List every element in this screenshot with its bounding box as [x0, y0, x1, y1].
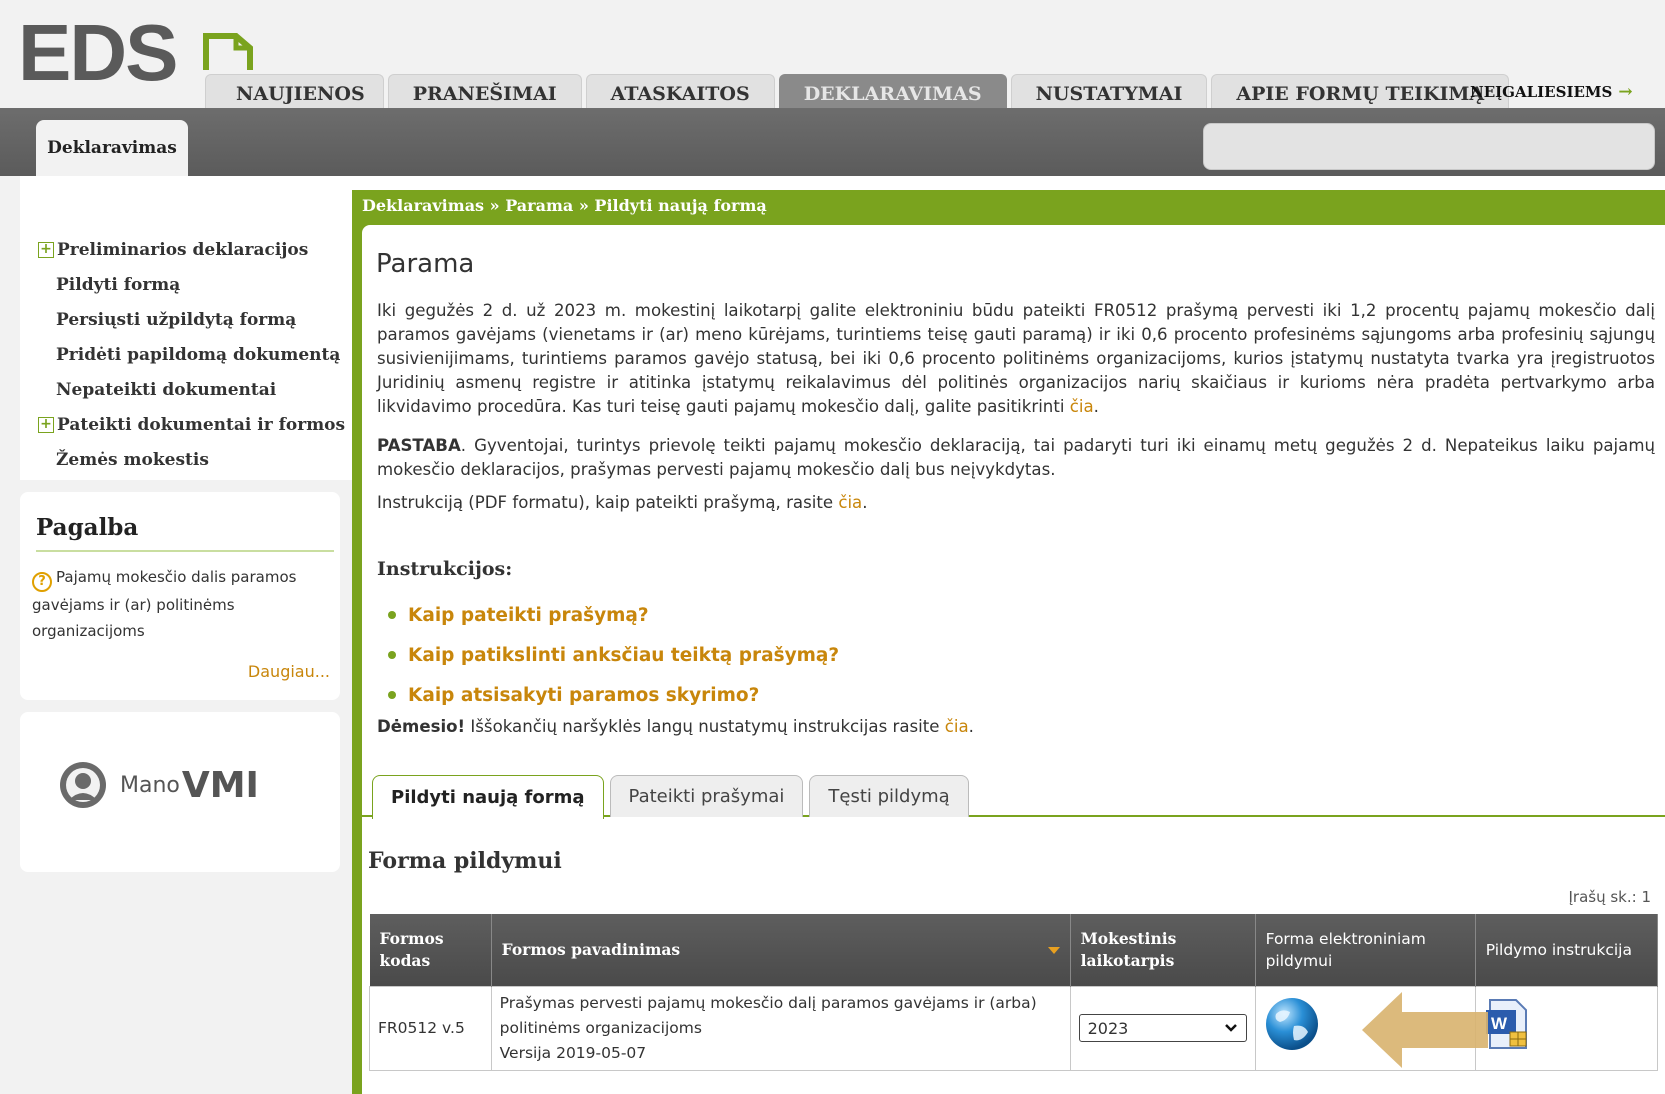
tab-ataskaitos[interactable]: ATASKAITOS: [585, 74, 775, 112]
instructions-list: Kaip pateikti prašymą? Kaip patikslinti …: [388, 595, 839, 715]
tab-testi-pildyma[interactable]: Tęsti pildymą: [809, 775, 969, 817]
vmi-label: VMI: [181, 764, 259, 806]
main-tabs: NAUJIENOS PRANEŠIMAI ATASKAITOS DEKLARAV…: [205, 74, 1510, 112]
period-select[interactable]: 2023: [1078, 1014, 1247, 1042]
sidebar-item-label: Pateikti dokumentai ir formos: [57, 414, 346, 435]
sidebar-nav: + Preliminarios deklaracijos Pildyti for…: [20, 176, 352, 480]
search-input[interactable]: [1203, 123, 1655, 170]
note-paragraph: PASTABA. Gyventojai, turintys prievolę t…: [377, 434, 1655, 482]
tab-pateikti-prasymai[interactable]: Pateikti prašymai: [609, 775, 804, 817]
col-header-code[interactable]: Formos kodas: [369, 914, 492, 986]
question-icon: ?: [32, 572, 52, 592]
help-title: Pagalba: [36, 514, 139, 541]
sidebar-item-pildyti-forma[interactable]: Pildyti formą: [20, 267, 352, 302]
instruction-label: Kaip patikslinti anksčiau teiktą prašymą…: [408, 644, 840, 666]
sidebar-item-zemes-mokestis[interactable]: Žemės mokestis: [20, 442, 352, 477]
word-doc-icon[interactable]: W: [1484, 998, 1530, 1050]
chevron-down-icon: [1224, 1024, 1237, 1032]
sidebar-item-label: Preliminarios deklaracijos: [57, 239, 309, 260]
instructions-title: Instrukcijos:: [377, 558, 513, 580]
pdf-cia-link[interactable]: čia: [838, 493, 862, 512]
page-title: Parama: [376, 249, 475, 279]
person-circle-icon: [60, 762, 106, 808]
cell-form-name: Prašymas pervesti pajamų mokesčio dalį p…: [490, 985, 1071, 1071]
instruction-label: Kaip pateikti prašymą?: [408, 604, 649, 626]
period-select-value: 2023: [1087, 1018, 1129, 1038]
instruction-link-pateikti[interactable]: Kaip pateikti prašymą?: [388, 595, 839, 635]
attention-cia-link[interactable]: čia: [945, 717, 969, 736]
attention-paragraph: Dėmesio! Iššokančių naršyklės langų nust…: [377, 717, 974, 736]
mano-vmi-panel: Mano VMI: [20, 712, 340, 872]
svg-text:W: W: [1491, 1014, 1508, 1033]
pdf-instruction-text: Instrukciją (PDF formatu), kaip pateikti…: [377, 493, 834, 512]
tab-pildyti-nauja-forma[interactable]: Pildyti naują formą: [372, 775, 604, 819]
tab-apie-formu-teikima[interactable]: APIE FORMŲ TEIKIMĄ: [1211, 74, 1510, 112]
form-version: Versija 2019-05-07: [499, 1043, 647, 1062]
sidebar-item-prideti-dokumenta[interactable]: Pridėti papildomą dokumentą: [20, 337, 352, 372]
highlight-arrow-icon: [1362, 992, 1488, 1068]
bullet-icon: [388, 651, 396, 659]
pdf-instruction-paragraph: Instrukciją (PDF formatu), kaip pateikti…: [377, 493, 868, 512]
cell-instructions: W: [1474, 985, 1659, 1071]
note-label: PASTABA: [377, 436, 461, 455]
expand-icon[interactable]: +: [38, 416, 54, 433]
cell-period: 2023: [1069, 985, 1256, 1071]
attention-text: Iššokančių naršyklės langų nustatymų ins…: [470, 717, 940, 736]
col-header-instructions: Pildymo instrukcija: [1475, 914, 1659, 986]
tab-deklaravimas[interactable]: DEKLARAVIMAS: [778, 74, 1007, 112]
bullet-icon: [388, 691, 396, 699]
sidebar-item-pateikti-dokumentai[interactable]: + Pateikti dokumentai ir formos: [20, 407, 352, 442]
help-panel: Pagalba ? Pajamų mokesčio dalis paramos g…: [20, 492, 340, 700]
col-header-period[interactable]: Mokestinis laikotarpis: [1070, 914, 1256, 986]
expand-icon[interactable]: +: [38, 241, 54, 258]
col-header-name[interactable]: Formos pavadinimas: [491, 914, 1071, 986]
intro-cia-link[interactable]: čia: [1070, 397, 1094, 416]
table-header-row: Formos kodas Formos pavadinimas Mokestin…: [369, 914, 1659, 986]
sidebar-item-preliminarios[interactable]: + Preliminarios deklaracijos: [20, 232, 352, 267]
instruction-link-atsisakyti[interactable]: Kaip atsisakyti paramos skyrimo?: [388, 675, 839, 715]
help-topic-text: Pajamų mokesčio dalis paramos gavėjams i…: [32, 568, 297, 640]
arrow-right-icon: →: [1618, 82, 1633, 102]
cell-form-code: FR0512 v.5: [369, 985, 492, 1071]
bullet-icon: [388, 611, 396, 619]
mano-vmi-logo[interactable]: Mano VMI: [58, 760, 259, 810]
breadcrumb: Deklaravimas » Parama » Pildyti naują fo…: [362, 196, 767, 215]
tab-pranesimai[interactable]: PRANEŠIMAI: [387, 74, 582, 112]
tab-nustatymai[interactable]: NUSTATYMAI: [1010, 74, 1208, 112]
globe-icon[interactable]: [1264, 996, 1320, 1052]
mano-label: Mano: [120, 772, 180, 798]
intro-paragraph: Iki gegužės 2 d. už 2023 m. mokestinį la…: [377, 301, 1655, 416]
col-header-name-label: Formos pavadinimas: [501, 939, 681, 959]
instruction-link-patikslinti[interactable]: Kaip patikslinti anksčiau teiktą prašymą…: [388, 635, 839, 675]
intro-text: Iki gegužės 2 d. už 2023 m. mokestinį la…: [377, 301, 1655, 416]
tab-naujienos[interactable]: NAUJIENOS: [205, 74, 384, 112]
records-count: Įrašų sk.: 1: [1568, 888, 1651, 906]
help-divider: [36, 550, 334, 552]
sidebar-item-nepateikti[interactable]: Nepateikti dokumentai: [20, 372, 352, 407]
subtab-deklaravimas[interactable]: Deklaravimas: [36, 120, 188, 176]
form-section-title: Forma pildymui: [368, 848, 562, 874]
form-name-line: politinėms organizacijoms: [499, 1018, 702, 1037]
instruction-label: Kaip atsisakyti paramos skyrimo?: [408, 684, 760, 706]
form-tabs: Pildyti naują formą Pateikti prašymai Tę…: [372, 775, 969, 819]
sidebar-item-persiusti[interactable]: Persiųsti užpildytą formą: [20, 302, 352, 337]
svg-text:EDS: EDS: [18, 18, 177, 97]
help-topic[interactable]: ? Pajamų mokesčio dalis paramos gavėjams …: [32, 564, 342, 644]
form-name-line: Prašymas pervesti pajamų mokesčio dalį p…: [499, 993, 1037, 1012]
help-more-link[interactable]: Daugiau...: [248, 662, 330, 681]
sort-desc-icon[interactable]: [1047, 946, 1060, 954]
accessibility-link-label: NEĮGALIESIEMS: [1470, 83, 1613, 101]
col-header-electronic-form: Forma elektroniniam pildymui: [1255, 914, 1476, 986]
note-text: . Gyventojai, turintys prievolę teikti p…: [377, 436, 1655, 479]
attention-label: Dėmesio!: [377, 717, 466, 736]
accessibility-link[interactable]: NEĮGALIESIEMS →: [1470, 82, 1633, 102]
